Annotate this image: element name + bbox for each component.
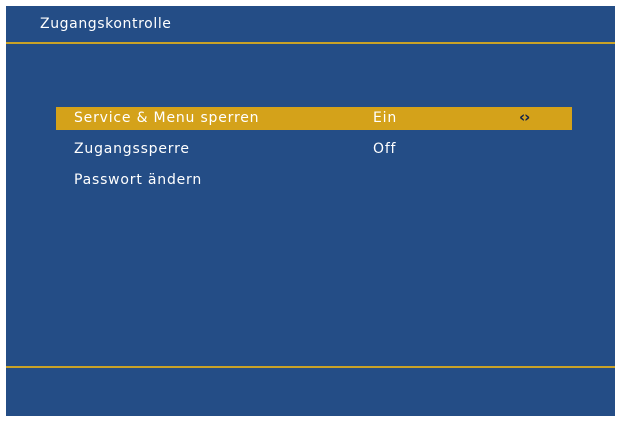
menu-item-service-menu-lock[interactable]: Service & Menu sperren Ein ‹›	[56, 107, 572, 130]
title-bar: Zugangskontrolle	[6, 6, 615, 44]
page-title: Zugangskontrolle	[40, 16, 172, 32]
menu-item-label: Zugangssperre	[74, 141, 190, 157]
menu-item-access-lock[interactable]: Zugangssperre Off	[56, 138, 572, 161]
menu-item-value: Off	[373, 141, 397, 157]
menu-item-value: Ein	[373, 110, 398, 126]
access-control-screen: Zugangskontrolle Service & Menu sperren …	[6, 6, 615, 416]
left-right-arrows-icon[interactable]: ‹›	[519, 108, 530, 126]
settings-menu: Service & Menu sperren Ein ‹› Zugangsspe…	[56, 107, 572, 200]
menu-item-label: Passwort ändern	[74, 172, 203, 188]
bottom-divider	[6, 366, 615, 368]
menu-item-change-password[interactable]: Passwort ändern	[56, 169, 572, 192]
menu-item-label: Service & Menu sperren	[74, 110, 260, 126]
